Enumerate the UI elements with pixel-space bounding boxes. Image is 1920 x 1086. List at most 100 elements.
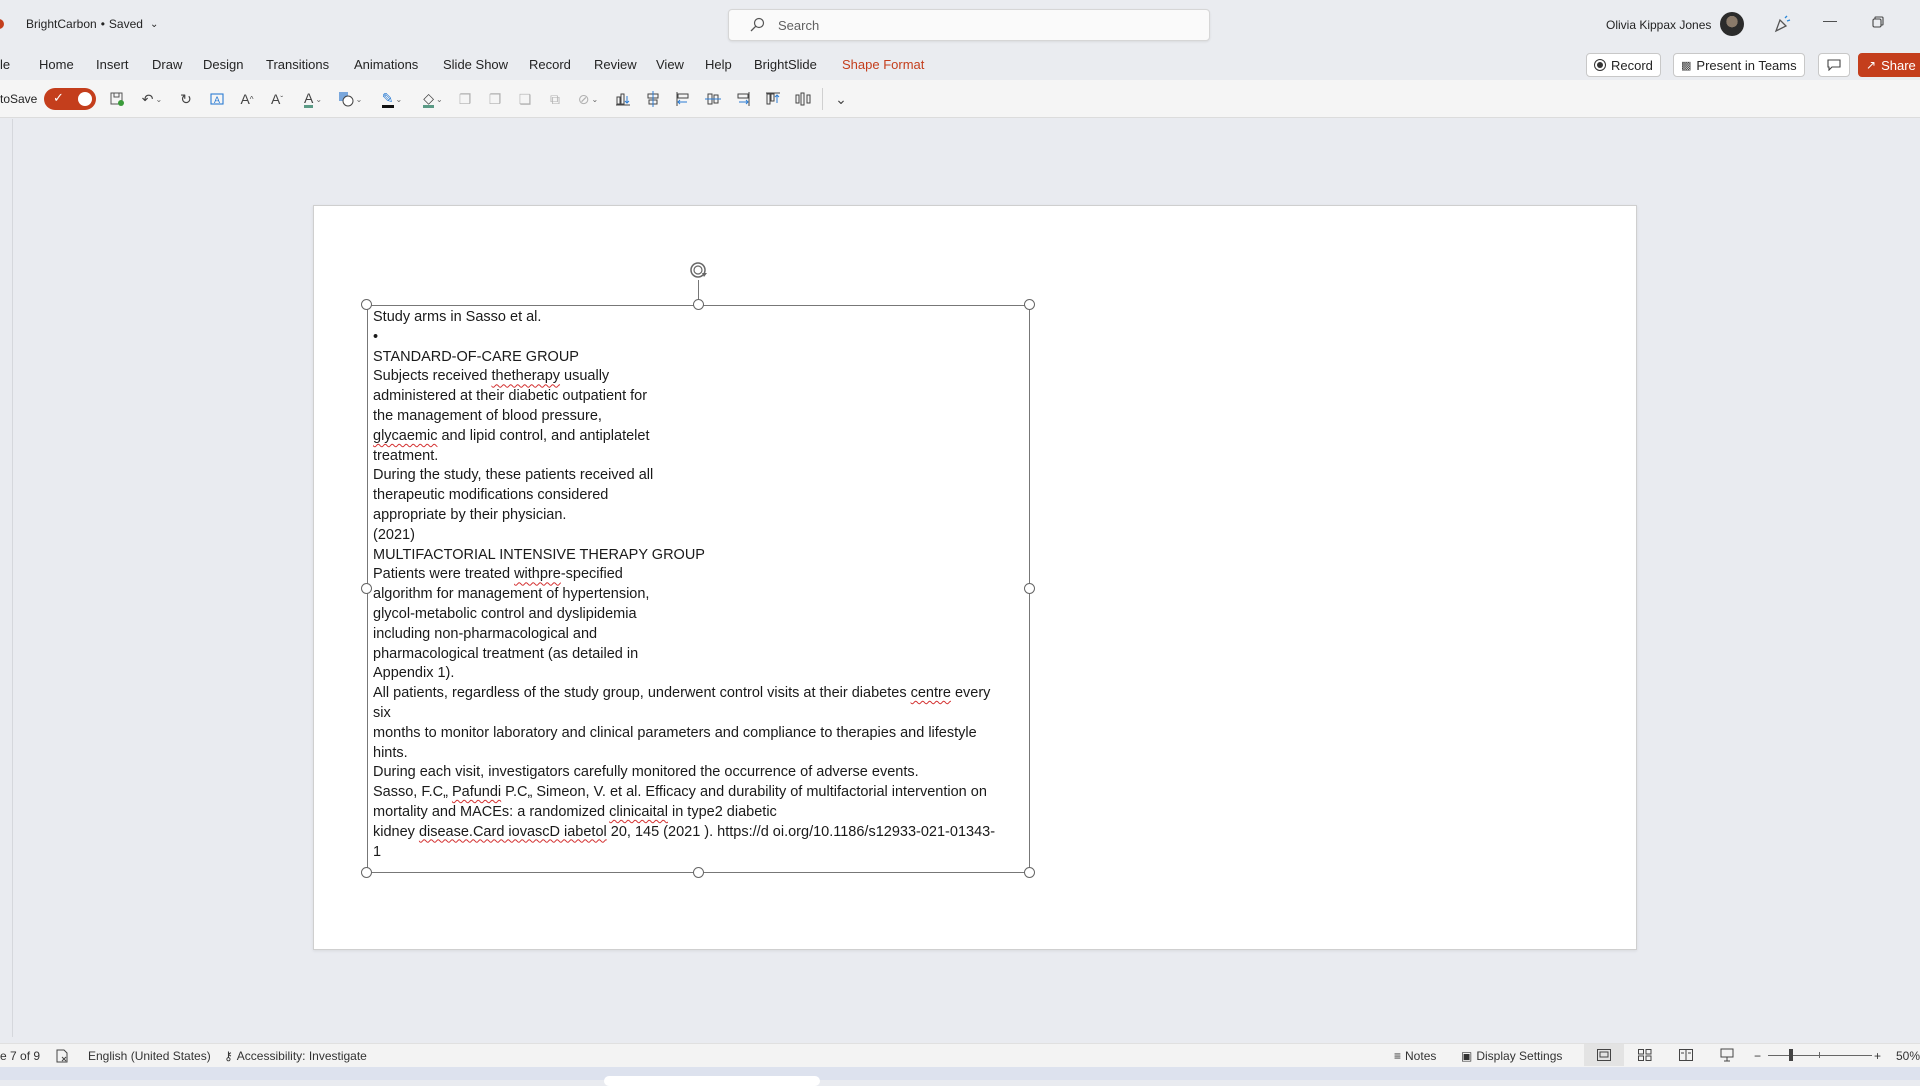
normal-view-button[interactable] <box>1584 1044 1624 1066</box>
search-icon <box>750 17 765 32</box>
rotate-handle-icon[interactable] <box>688 259 710 281</box>
thumbnail-pane-edge[interactable] <box>12 119 13 1037</box>
resize-handle-bottom[interactable] <box>693 867 704 878</box>
text-run: All patients, regardless of the study gr… <box>373 685 911 702</box>
send-backward-icon[interactable]: ❐ <box>484 89 506 109</box>
misspelled-word[interactable]: withpre <box>514 566 561 582</box>
zoom-slider-thumb[interactable] <box>1789 1049 1794 1061</box>
zoom-level[interactable]: 50% <box>1896 1049 1920 1063</box>
align-right-icon[interactable] <box>732 89 754 109</box>
resize-handle-bottom-left[interactable] <box>361 867 372 878</box>
notes-icon: ≡ <box>1394 1049 1402 1063</box>
normal-view-icon <box>1597 1049 1611 1061</box>
text-run: P.C„ Simeon, V. et al. Efficacy and dura… <box>501 784 987 801</box>
tab-design[interactable]: Design <box>203 57 243 72</box>
celebrate-icon[interactable] <box>1772 14 1792 34</box>
notes-button[interactable]: ≡ Notes <box>1394 1049 1436 1063</box>
misspelled-word[interactable]: thetherapy <box>491 368 560 384</box>
present-in-teams-button[interactable]: ▩ Present in Teams <box>1673 53 1805 77</box>
search-box[interactable]: Search <box>728 9 1210 41</box>
zoom-in-button[interactable]: + <box>1874 1049 1881 1063</box>
slide-sorter-icon <box>1638 1049 1652 1061</box>
text-run: in type2 diabetic <box>667 803 777 820</box>
autosave-toggle[interactable]: ✓ <box>44 88 96 110</box>
decrease-font-size-icon[interactable]: Aˇ <box>266 89 288 109</box>
slideshow-button[interactable] <box>1707 1044 1747 1066</box>
tab-review[interactable]: Review <box>594 57 637 72</box>
shapes-icon[interactable]: ⌄ <box>334 89 366 109</box>
increase-font-size-icon[interactable]: A ^ <box>236 89 258 109</box>
comments-button[interactable] <box>1818 53 1850 77</box>
tab-insert[interactable]: Insert <box>96 57 129 72</box>
misspelled-word[interactable]: disease.Card iovascD iabetol <box>419 824 607 840</box>
app-logo-icon <box>0 19 4 29</box>
redo-icon[interactable]: ↻ <box>175 89 197 109</box>
tab-slide-show[interactable]: Slide Show <box>443 57 508 72</box>
text-run: and lipid control, and antiplatelet <box>437 427 650 444</box>
user-name[interactable]: Olivia Kippax Jones <box>1606 18 1711 32</box>
accessibility-checker[interactable]: ⚷ Accessibility: Investigate <box>224 1049 367 1063</box>
align-middle-icon[interactable] <box>702 89 724 109</box>
shape-outline-icon[interactable]: ✎ ⌄ <box>376 89 408 109</box>
display-settings-icon: ▣ <box>1461 1049 1473 1063</box>
toggle-knob <box>78 92 92 106</box>
tab-help[interactable]: Help <box>705 57 732 72</box>
font-color-icon[interactable]: A ⌄ <box>297 89 329 109</box>
document-title[interactable]: BrightCarbon • Saved ⌄ <box>26 17 158 31</box>
avatar[interactable] <box>1720 12 1744 36</box>
textbox-line: Study arms in Sasso et al. <box>373 309 542 325</box>
align-left-icon[interactable] <box>672 89 694 109</box>
misspelled-word[interactable]: glycaemic <box>373 428 437 444</box>
tab-brightslide[interactable]: BrightSlide <box>754 57 817 72</box>
tab-home[interactable]: Home <box>39 57 74 72</box>
textbox-line: glycaemic and lipid control, and antipla… <box>373 427 1033 447</box>
minimize-button[interactable]: — <box>1820 12 1840 36</box>
merge-shapes-icon[interactable]: ⊘ ⌄ <box>573 89 603 109</box>
tab-animations[interactable]: Animations <box>354 57 418 72</box>
align-top-icon[interactable] <box>762 89 784 109</box>
spellcheck-icon[interactable] <box>55 1049 69 1063</box>
textbox-content[interactable]: Study arms in Sasso et al. • STANDARD-OF-C… <box>373 308 1033 862</box>
tab-draw[interactable]: Draw <box>152 57 182 72</box>
bring-forward-icon[interactable]: ❐ <box>454 89 476 109</box>
reading-view-button[interactable] <box>1666 1044 1706 1066</box>
fit-text-icon[interactable]: A <box>206 89 228 109</box>
zoom-slider-track[interactable] <box>1768 1055 1872 1056</box>
textbox-line: therapeutic modifications considered <box>373 487 609 504</box>
bring-to-front-icon[interactable]: ❏ <box>514 89 536 109</box>
align-bottom-icon[interactable] <box>612 89 634 109</box>
customize-toolbar-icon[interactable]: ⌄ <box>830 89 852 109</box>
tab-view[interactable]: View <box>656 57 684 72</box>
group-icon[interactable]: ⧉ <box>544 89 566 109</box>
misspelled-word[interactable]: clinicaital <box>609 804 668 820</box>
misspelled-word[interactable]: Pafundi <box>452 784 501 800</box>
language-indicator[interactable]: English (United States) <box>88 1049 211 1063</box>
distribute-horizontally-icon[interactable] <box>792 89 814 109</box>
restore-button[interactable] <box>1870 14 1886 30</box>
toolbar-divider <box>822 88 823 110</box>
autosave-label: toSave <box>0 92 38 106</box>
zoom-out-button[interactable]: − <box>1754 1049 1761 1063</box>
record-button[interactable]: Record <box>1586 53 1661 77</box>
tab-shape-format[interactable]: Shape Format <box>842 57 924 72</box>
reading-view-icon <box>1679 1049 1693 1061</box>
tab-file[interactable]: le <box>0 57 10 72</box>
misspelled-word[interactable]: centre <box>911 685 951 701</box>
textbox-line: Patients were treated withpre-specified <box>373 565 1033 585</box>
undo-icon[interactable]: ↶ ⌄ <box>136 89 168 109</box>
save-icon[interactable] <box>106 89 128 109</box>
align-center-icon[interactable] <box>642 89 664 109</box>
display-settings-button[interactable]: ▣ Display Settings <box>1461 1049 1562 1063</box>
tab-transitions[interactable]: Transitions <box>266 57 329 72</box>
taskbar-search[interactable] <box>604 1076 820 1086</box>
textbox-line: including non-pharmacological and <box>373 625 598 642</box>
resize-handle-left[interactable] <box>361 583 372 594</box>
slide-sorter-button[interactable] <box>1625 1044 1665 1066</box>
resize-handle-top-left[interactable] <box>361 299 372 310</box>
share-button[interactable]: ↗ Share <box>1858 53 1920 77</box>
textbox-line: During each visit, investigators careful… <box>373 764 919 781</box>
shape-fill-icon[interactable]: ◇ ⌄ <box>417 89 449 109</box>
textbox-line: kidney disease.Card iovascD iabetol 20, … <box>373 823 1033 843</box>
tab-record[interactable]: Record <box>529 57 571 72</box>
resize-handle-bottom-right[interactable] <box>1024 867 1035 878</box>
